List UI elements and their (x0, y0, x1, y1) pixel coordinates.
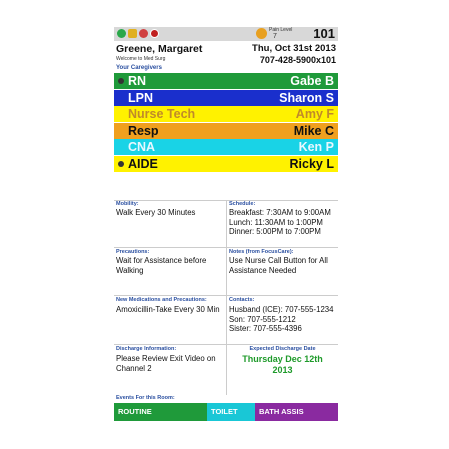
fall-risk-icon (139, 29, 148, 38)
discharge-info-text: Please Review Exit Video on Channel 2 (116, 354, 216, 373)
events-title: Events For this Room: (116, 395, 175, 401)
caregiver-row-cna[interactable]: CNA Ken P (114, 139, 338, 155)
green-status-icon (117, 29, 126, 38)
discharge-date: Thursday Dec 12th 2013 (242, 354, 323, 375)
medications-text: Amoxicillin-Take Every 30 Min (116, 305, 220, 314)
pain-level-value: 7 (273, 33, 277, 40)
discharge-date-label: Expected Discharge Date (249, 346, 316, 352)
event-button-toilet[interactable]: TOILET (207, 403, 255, 421)
indicator-dot-icon (118, 78, 124, 84)
caregiver-row-lpn[interactable]: LPN Sharon S (114, 89, 338, 106)
caregiver-role: Nurse Tech (128, 107, 196, 121)
contacts-label: Contacts: (229, 297, 255, 303)
mobility-text: Walk Every 30 Minutes (116, 208, 196, 217)
no-entry-icon (150, 29, 159, 38)
patient-name: Greene, Margaret (116, 43, 203, 55)
precautions-label: Precautions: (116, 249, 150, 255)
caregiver-row-resp[interactable]: Resp Mike C (114, 122, 338, 139)
caregiver-role: AIDE (128, 156, 158, 171)
hazard-icon (128, 29, 137, 38)
pain-face-icon (256, 28, 267, 39)
caregivers-title: Your Caregivers (116, 65, 162, 71)
discharge-info-label: Discharge Information: (116, 346, 177, 352)
patient-board-screen: Pain Level 7 101 Greene, Margaret Welcom… (114, 27, 338, 424)
caregiver-role: CNA (128, 140, 156, 154)
caregiver-row-rn[interactable]: RN Gabe B (114, 73, 338, 89)
medications-label: New Medications and Precautions: (116, 297, 207, 303)
mobility-label: Mobility: (116, 201, 139, 207)
room-number: 101 (313, 27, 335, 41)
current-date: Thu, Oct 31st 2013 (252, 43, 336, 54)
caregiver-name: Ken P (298, 140, 334, 154)
caregiver-role: LPN (128, 90, 153, 105)
contacts-text: Husband (ICE): 707-555-1234 Son: 707-555… (229, 305, 334, 333)
event-button-routine[interactable]: ROUTINE (114, 403, 207, 421)
caregiver-role: RN (128, 74, 147, 88)
caregiver-name: Amy F (295, 107, 334, 121)
precautions-text: Wait for Assistance before Walking (116, 256, 207, 275)
notes-text: Use Nurse Call Button for All Assistance… (229, 256, 328, 275)
schedule-label: Schedule: (229, 201, 256, 207)
schedule-text: Breakfast: 7:30AM to 9:00AM Lunch: 11:30… (229, 208, 331, 236)
event-button-bath-assis[interactable]: BATH ASSIS (255, 403, 338, 421)
room-phone: 707-428-5900x101 (259, 55, 336, 65)
caregiver-role: Resp (128, 123, 159, 138)
top-status-bar: Pain Level 7 101 (114, 27, 338, 41)
caregiver-row-nurse-tech[interactable]: Nurse Tech Amy F (114, 106, 338, 122)
caregiver-name: Ricky L (289, 156, 334, 171)
caregiver-name: Gabe B (290, 74, 334, 88)
caregiver-name: Sharon S (279, 90, 334, 105)
notes-label: Notes (from FocusCare): (229, 249, 294, 255)
caregiver-name: Mike C (293, 123, 334, 138)
welcome-text: Welcome to Med Surg (116, 56, 166, 62)
indicator-dot-icon (118, 160, 124, 167)
caregiver-row-aide[interactable]: AIDE Ricky L (114, 155, 338, 172)
